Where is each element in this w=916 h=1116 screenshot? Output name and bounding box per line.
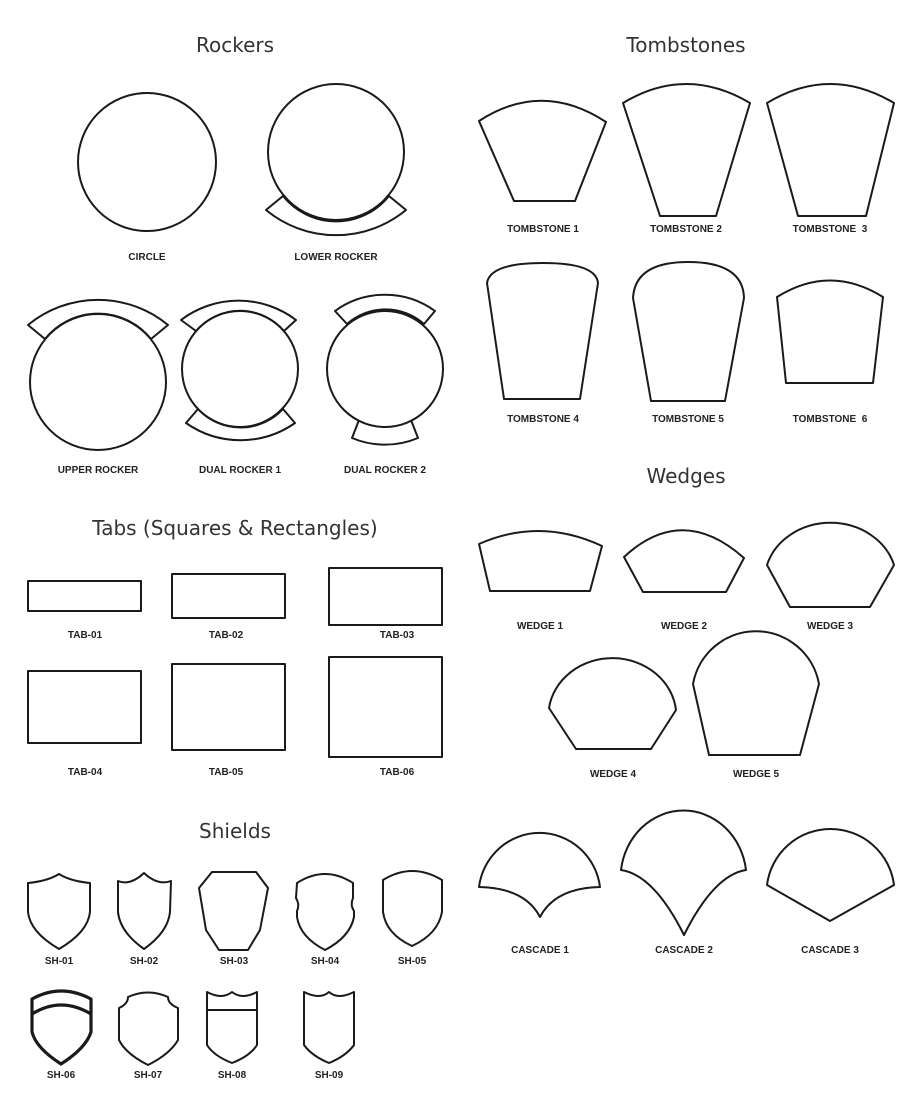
shape-catalog: Rockers Tombstones Tabs (Squares & Recta… bbox=[0, 0, 916, 1116]
shape-sh-09[interactable] bbox=[0, 0, 916, 1116]
label-sh-09: SH-09 bbox=[314, 1070, 344, 1081]
